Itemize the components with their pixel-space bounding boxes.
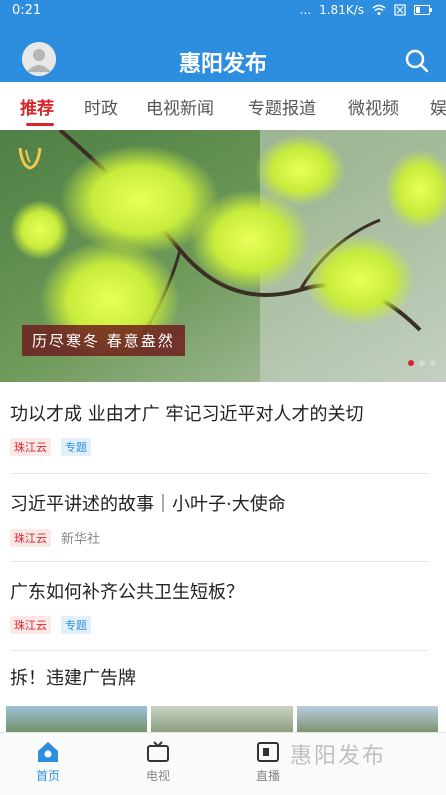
status-bar: 0:21 ... 1.81K/s [0,0,446,38]
carousel-indicator [408,360,436,366]
news-title: 功以才成 业由才广 牢记习近平对人才的关切 [10,404,364,425]
live-icon [257,742,279,762]
source-tag: 珠江云 [10,438,51,456]
page-title: 惠阳发布 [178,52,267,77]
carousel-dot[interactable] [408,360,414,366]
news-title: 习近平讲述的故事｜小叶子·大使命 [10,494,286,515]
thumbnail-image[interactable] [6,706,148,734]
thumbnail-image[interactable] [296,706,438,734]
battery-icon [414,5,432,15]
status-dots: ... [299,3,312,17]
nav-tv[interactable]: 电视 [118,739,198,784]
carousel-dot[interactable] [430,360,436,366]
tab-recommend[interactable]: 推荐 [20,94,54,119]
search-icon[interactable] [404,48,430,74]
tab-micro-video[interactable]: 微视频 [348,94,399,119]
news-title: 拆！违建广告牌 [10,668,136,689]
sim-icon [394,4,406,16]
home-icon [38,742,58,762]
news-thumbnails [6,706,438,734]
nav-label: 首页 [35,769,60,783]
divider [10,650,428,651]
status-time: 0:21 [12,3,42,18]
tab-entertainment[interactable]: 娱 [430,94,446,119]
tab-politics[interactable]: 时政 [84,94,118,119]
topic-tag: 专题 [61,616,91,634]
divider [10,561,428,562]
banner-caption: 历尽寒冬 春意盎然 [22,325,185,356]
topic-tag: 专题 [61,438,91,456]
thumbnail-image[interactable] [151,706,293,734]
news-source: 新华社 [61,532,101,547]
active-tab-indicator [26,123,54,126]
tv-icon [147,741,169,762]
divider [10,473,428,474]
tab-special-reports[interactable]: 专题报道 [248,94,316,119]
nav-home[interactable]: 首页 [8,739,88,784]
network-speed: 1.81K/s [319,3,364,17]
nav-label: 电视 [145,769,170,783]
news-title: 广东如何补齐公共卫生短板？ [10,582,244,603]
source-tag: 珠江云 [10,616,51,634]
news-item[interactable]: 拆！违建广告牌 [10,664,428,690]
news-item[interactable]: 广东如何补齐公共卫生短板？ 珠江云 专题 [10,578,428,634]
news-item[interactable]: 习近平讲述的故事｜小叶子·大使命 珠江云 新华社 [10,490,428,547]
watermark: 惠阳发布 [290,744,387,769]
category-tabs: 推荐 时政 电视新闻 专题报道 微视频 娱 [0,82,446,128]
source-tag: 珠江云 [10,528,51,547]
news-item[interactable]: 功以才成 业由才广 牢记习近平对人才的关切 珠江云 专题 [10,400,428,456]
wifi-icon [372,4,386,15]
channel-logo-icon [18,147,42,170]
banner-carousel[interactable]: 历尽寒冬 春意盎然 [0,130,446,382]
tab-tv-news[interactable]: 电视新闻 [146,94,214,119]
carousel-dot[interactable] [419,360,425,366]
